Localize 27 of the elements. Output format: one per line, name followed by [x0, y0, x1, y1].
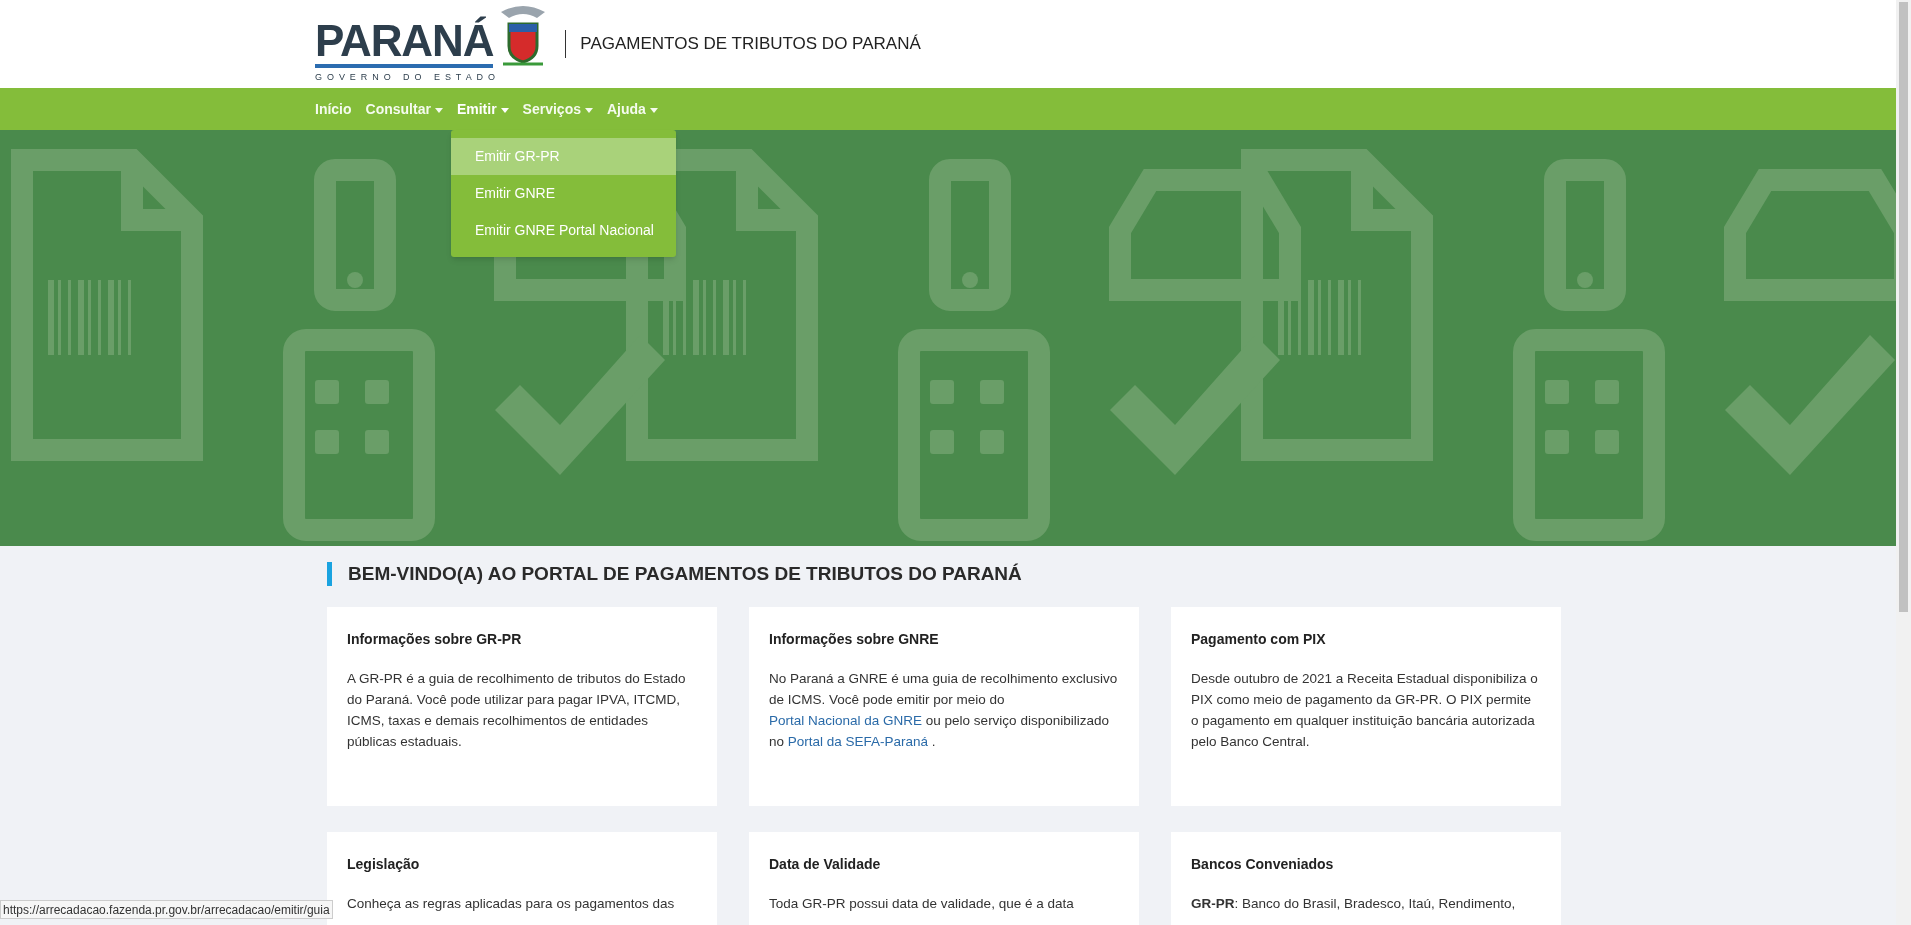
- card-text: No Paraná a GNRE é uma guia de recolhimento exclusivo de ICMS. Você pode emitir por meio do Portal Nacional da GNRE ou pelo serviço disponibilizado no Portal da SEFA-Paraná .: [769, 670, 1119, 751]
- card-text: A GR-PR é a guia de recolhimento de tributos do Estado do Paraná. Você pode utilizar para pagar IPVA, ITCMD, ICMS, taxas e demais recolhimentos de entidades públicas estaduais.: [347, 670, 687, 751]
- status-url: https://arrecadacao.fazenda.pr.gov.br/arrecadacao/emitir/guia: [0, 900, 333, 919]
- card-text: Toda GR-PR possui data de validade, que é a data: [769, 895, 1075, 913]
- nav-menu-item[interactable]: Serviços: [522, 98, 593, 120]
- logo-text: PARANÁ: [315, 17, 494, 68]
- card-title: Informações sobre GR-PR: [347, 630, 523, 649]
- nav-menu-item[interactable]: Início: [315, 98, 352, 120]
- text-link[interactable]: Portal Nacional da GNRE: [769, 713, 923, 728]
- card-text: GR-PR: Banco do Brasil, Bradesco, Itaú, Rendimento,: [1191, 895, 1517, 913]
- card-title: Legislação: [347, 855, 421, 874]
- logo-subtitle: GOVERNO DO ESTADO: [315, 70, 501, 84]
- text-link[interactable]: Portal da SEFA-Paraná: [787, 734, 929, 749]
- card-title: Pagamento com PIX: [1191, 630, 1327, 649]
- nav-menu-item[interactable]: Emitir: [456, 98, 509, 120]
- card-title: Bancos Conveniados: [1191, 855, 1335, 874]
- dropdown-item[interactable]: Emitir GNRE: [450, 174, 676, 212]
- site-title: PAGAMENTOS DE TRIBUTOS DO PARANÁ: [580, 33, 921, 56]
- nav-menu-item[interactable]: Ajuda: [606, 98, 658, 120]
- welcome-heading: BEM-VINDO(A) AO PORTAL DE PAGAMENTOS DE TRIBUTOS DO PARANÁ: [327, 562, 1563, 586]
- nav-menu-item[interactable]: Consultar: [365, 98, 443, 120]
- dropdown-item[interactable]: Emitir GR-PR: [450, 137, 676, 175]
- card-text: Conheça as regras aplicadas para os pagamentos das: [347, 895, 676, 913]
- card-title: Informações sobre GNRE: [769, 630, 940, 649]
- dropdown-item[interactable]: Emitir GNRE Portal Nacional: [450, 211, 676, 249]
- card-text: Desde outubro de 2021 a Receita Estadual disponibiliza o PIX como meio de pagamento da GR-PR. O PIX permite o pagamento em qualquer instituição bancária autorizada pelo Banco Central.: [1191, 670, 1539, 751]
- card-title: Data de Validade: [769, 855, 882, 874]
